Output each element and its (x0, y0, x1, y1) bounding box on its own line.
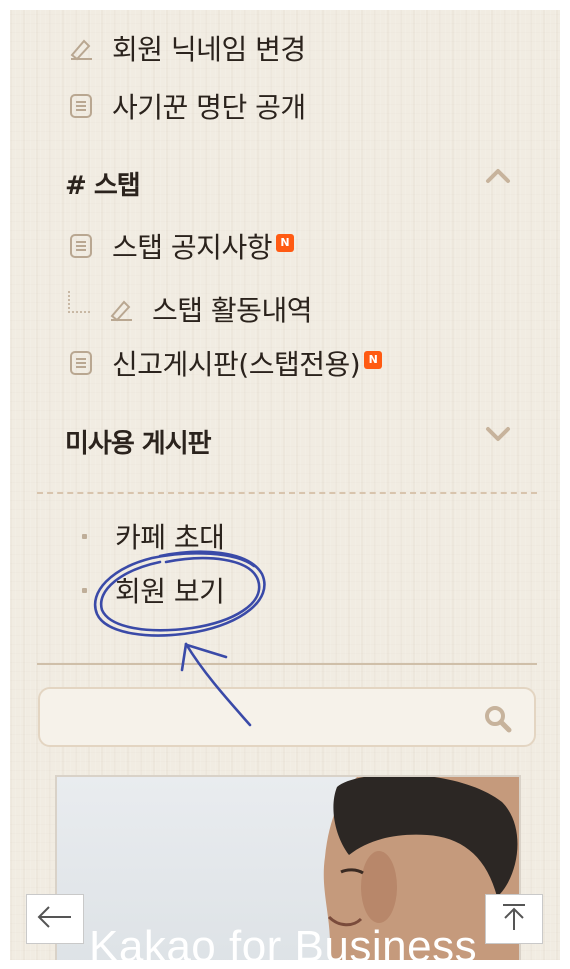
chevron-down-icon[interactable] (484, 424, 512, 444)
section-title-staff: # 스탭 (65, 171, 141, 201)
menu-item-label: 회원 닉네임 변경 (112, 33, 306, 66)
search-icon[interactable] (482, 703, 514, 735)
link-view-members[interactable]: 회원 보기 (82, 570, 225, 610)
link-label: 회원 보기 (115, 575, 225, 608)
menu-item-label: 스탭 공지사항 (112, 231, 272, 264)
back-button[interactable] (26, 894, 84, 944)
chevron-up-icon[interactable] (484, 166, 512, 186)
pencil-icon (108, 296, 134, 322)
banner-text: Kakao for Business (89, 922, 478, 960)
arrow-up-to-top-icon (494, 902, 534, 936)
menu-item-staff-notice[interactable]: 스탭 공지사항 N (68, 226, 294, 266)
menu-item-label: 스탭 활동내역 (152, 294, 312, 327)
menu-item-label: 사기꾼 명단 공개 (112, 91, 306, 124)
menu-item-nickname-change[interactable]: 회원 닉네임 변경 (68, 28, 306, 68)
board-icon (68, 233, 94, 259)
section-title-unused: 미사용 게시판 (65, 429, 212, 459)
board-icon (68, 93, 94, 119)
section-divider (37, 663, 537, 665)
new-badge: N (364, 351, 383, 369)
kakao-business-banner[interactable]: Kakao for Business (55, 775, 521, 960)
bullet (82, 533, 87, 539)
menu-item-report-board[interactable]: 신고게시판(스탭전용) N (68, 343, 383, 383)
arrow-left-icon (35, 902, 75, 936)
search-box (38, 687, 536, 747)
tree-connector (68, 291, 90, 313)
menu-item-label: 신고게시판(스탭전용) (112, 348, 361, 381)
menu-item-staff-activity[interactable]: 스탭 활동내역 (68, 289, 312, 329)
pencil-icon (68, 35, 94, 61)
new-badge: N (275, 234, 294, 252)
link-cafe-invite[interactable]: 카페 초대 (82, 516, 225, 556)
search-input[interactable] (54, 697, 474, 737)
bullet (82, 587, 87, 593)
scroll-top-button[interactable] (485, 894, 543, 944)
board-icon (68, 350, 94, 376)
menu-item-scammer-list[interactable]: 사기꾼 명단 공개 (68, 86, 306, 126)
cafe-sidebar-panel: 회원 닉네임 변경 사기꾼 명단 공개 # 스탭 스탭 공지사항 N 스탭 활동… (10, 10, 560, 960)
link-label: 카페 초대 (115, 521, 225, 554)
section-divider (37, 492, 537, 494)
